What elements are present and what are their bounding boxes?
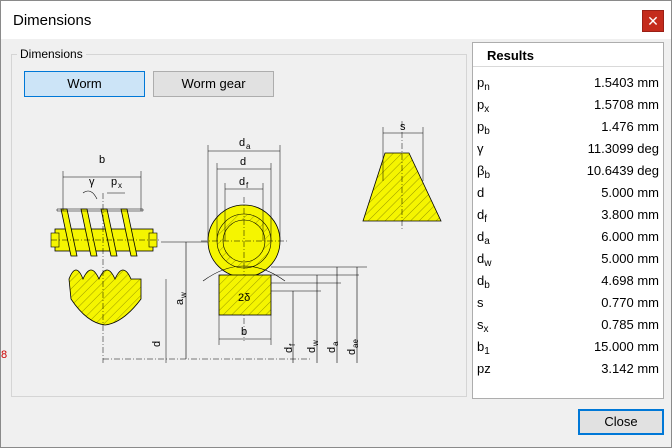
result-symbol: b1 [477,339,490,357]
result-symbol: df [477,207,487,225]
label-dae-right: d [346,349,358,355]
label-px: p [111,176,117,188]
result-row: γ 11.3099 deg [473,137,663,159]
title-bar: Dimensions ✕ [1,1,671,39]
result-symbol: βb [477,163,490,181]
result-value: 11.3099 deg [587,141,659,156]
label-da-right: d [326,347,338,353]
result-value: 3.142 mm [601,361,659,376]
group-legend: Dimensions [17,47,86,61]
label-s: s [400,121,406,133]
results-header: Results [473,43,663,67]
result-symbol: db [477,273,490,291]
result-value: 5.000 mm [601,185,659,200]
result-row: db 4.698 mm [473,269,663,291]
result-symbol: dw [477,251,491,269]
result-row: b1 15.000 mm [473,335,663,357]
result-row: pb 1.476 mm [473,115,663,137]
result-value: 4.698 mm [601,273,659,288]
label-two-delta: 2δ [238,292,250,304]
result-value: 0.770 mm [601,295,659,310]
result-value: 0.785 mm [601,317,659,332]
result-row: px 1.5708 mm [473,93,663,115]
label-da-right-sub: a [331,341,340,346]
label-aw: a [174,298,186,305]
result-symbol: sx [477,317,489,335]
result-row: df 3.800 mm [473,203,663,225]
label-d: d [240,156,246,168]
result-symbol: pb [477,119,490,137]
result-value: 6.000 mm [601,229,659,244]
label-df-sub: f [246,181,249,190]
result-value: 1.476 mm [601,119,659,134]
label-b-bottom: b [241,326,247,338]
result-row: βb 10.6439 deg [473,159,663,181]
result-symbol-subscript: b [484,170,491,181]
label-gamma: γ [89,176,95,188]
result-symbol-subscript: b [484,126,490,137]
result-symbol-subscript: x [484,104,490,115]
result-row: sx 0.785 mm [473,313,663,335]
result-value: 1.5708 mm [593,97,659,112]
result-symbol-subscript: f [484,214,488,225]
result-symbol-subscript: n [484,82,490,93]
close-icon[interactable]: ✕ [642,10,664,32]
label-dae-right-sub: ae [351,339,360,348]
result-value: 10.6439 deg [586,163,659,178]
result-value: 15.000 mm [593,339,659,354]
result-symbol-subscript: a [484,236,490,247]
result-row: s 0.770 mm [473,291,663,313]
result-symbol: da [477,229,490,247]
result-symbol-base: pz [477,361,491,376]
label-df: d [239,176,245,188]
label-aw-sub: w [179,292,188,299]
dimensions-dialog: Dimensions ✕ Dimensions Worm Worm gear b… [0,0,672,448]
result-symbol: pz [477,361,491,376]
tooth-profile-view [362,121,442,229]
result-symbol-subscript: b [484,280,490,291]
result-symbol-subscript: x [483,324,489,335]
label-da: d [239,137,245,149]
result-row: da 6.000 mm [473,225,663,247]
edge-fragment-text: 8 [1,349,8,361]
worm-front-view [201,145,367,363]
result-symbol-subscript: w [484,258,492,269]
close-button[interactable]: Close [578,409,664,435]
result-row: dw 5.000 mm [473,247,663,269]
label-b-top: b [99,154,105,166]
result-row: pz 3.142 mm [473,357,663,379]
result-symbol: s [477,295,484,310]
result-value: 5.000 mm [601,251,659,266]
result-symbol: px [477,97,489,115]
result-row: pn 1.5403 mm [473,71,663,93]
result-symbol: γ [477,141,484,156]
window-title: Dimensions [13,12,92,29]
worm-dimension-drawing: b γ p x a w d d a d d f 2δ b d f d w d a… [50,121,442,363]
result-symbol-base: γ [477,141,484,156]
tab-worm[interactable]: Worm [24,71,145,97]
result-value: 3.800 mm [601,207,659,222]
result-symbol-base: d [477,185,485,200]
result-symbol-subscript: 1 [484,346,490,357]
results-panel: Results pn 1.5403 mm px 1.5708 mm pb 1.476 mm… [472,42,664,399]
result-row: d 5.000 mm [473,181,663,203]
label-df-right-sub: f [288,343,297,346]
label-px-sub: x [118,181,122,190]
result-symbol-base: s [477,295,484,310]
label-dw-right: d [306,347,318,353]
label-dw-right-sub: w [311,340,320,347]
result-symbol: d [477,185,484,200]
result-value: 1.5403 mm [593,75,659,90]
results-title: Results [487,48,534,63]
label-da-sub: a [246,142,251,151]
label-d-left: d [151,341,163,347]
result-symbol: pn [477,75,490,93]
label-df-right: d [283,347,295,353]
tab-worm-gear[interactable]: Worm gear [153,71,274,97]
